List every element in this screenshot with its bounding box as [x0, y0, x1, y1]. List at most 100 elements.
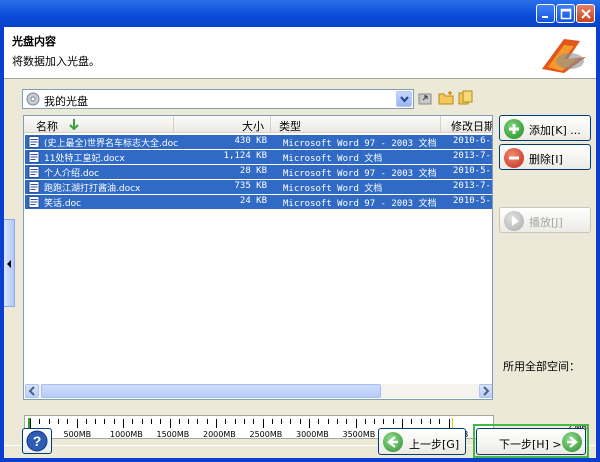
column-name[interactable]: 名称	[24, 116, 174, 133]
close-button[interactable]	[576, 4, 595, 23]
scroll-left-button[interactable]	[25, 384, 39, 398]
disc-contents-list[interactable]: 名称 大小 类型 修改日期 (史上最全)世界名车标志大全.doc 430 KB Mi…	[23, 115, 493, 400]
ruler-tick	[429, 419, 431, 424]
word-document-icon	[28, 196, 40, 208]
minimize-button[interactable]	[536, 4, 555, 23]
ruler-tick	[169, 419, 171, 428]
back-arrow-icon	[383, 432, 403, 452]
page-subtitle: 将数据加入光盘。	[12, 55, 100, 68]
ruler-tick	[271, 419, 273, 424]
next-button-label: 下一步[H] >	[499, 438, 562, 451]
file-size: 24 KB	[239, 196, 267, 206]
ruler-tick	[39, 419, 41, 424]
file-name: (史上最全)世界名车标志大全.doc	[44, 139, 179, 149]
ruler-tick	[243, 419, 245, 424]
ruler-tick	[309, 419, 310, 428]
list-item[interactable]: 11处特工皇妃.docx 1,124 KB Microsoft Word 文档 201…	[25, 150, 492, 164]
file-name: 个人介绍.doc	[44, 169, 100, 179]
list-item[interactable]: 跑跑江湖打打酱油.docx 735 KB Microsoft Word 文档 2013…	[25, 180, 492, 194]
file-modified: 2010-5-	[453, 166, 491, 176]
ruler-tick	[374, 419, 376, 424]
file-name: 跑跑江湖打打酱油.docx	[44, 184, 141, 194]
ruler-tick	[104, 419, 106, 424]
location-value: 我的光盘	[44, 95, 88, 108]
delete-icon	[504, 148, 524, 168]
ruler-tick	[336, 419, 338, 424]
file-name: 11处特工皇妃.docx	[44, 154, 125, 164]
list-item[interactable]: (史上最全)世界名车标志大全.doc 430 KB Microsoft Word 9…	[25, 135, 492, 149]
go-up-folder-icon[interactable]	[418, 90, 434, 106]
ruler-tick	[364, 419, 366, 424]
scroll-right-button[interactable]	[479, 384, 492, 398]
file-type: Microsoft Word 文档	[283, 184, 383, 194]
list-item[interactable]: 个人介绍.doc 28 KB Microsoft Word 97 - 2003 文档…	[25, 165, 492, 179]
ruler-tick	[383, 419, 385, 424]
title-bar[interactable]	[0, 0, 600, 27]
location-dropdown[interactable]: 我的光盘	[22, 89, 414, 109]
maximize-icon	[560, 8, 572, 20]
file-size: 1,124 KB	[223, 151, 267, 161]
ruler-tick	[57, 419, 59, 424]
ruler-label: 1000MB	[110, 430, 143, 439]
minimize-icon	[542, 16, 548, 18]
ruler-tick	[392, 419, 394, 424]
file-name: 笑话.doc	[44, 199, 82, 209]
svg-text:?: ?	[33, 433, 42, 449]
word-document-icon	[28, 136, 40, 148]
column-size[interactable]: 大小	[174, 116, 271, 133]
ruler-tick	[206, 419, 208, 424]
word-document-icon	[28, 166, 40, 178]
ruler-tick	[225, 419, 227, 424]
ruler-tick	[439, 419, 441, 424]
side-panel-toggle[interactable]	[4, 219, 15, 307]
ruler-tick	[67, 419, 69, 424]
chevron-right-icon	[483, 386, 490, 396]
ruler-label: 3500MB	[342, 430, 376, 439]
ruler-tick	[123, 419, 124, 428]
ruler-label: 3000MB	[296, 430, 329, 439]
ruler-tick	[355, 419, 357, 428]
file-modified: 2010-5-	[453, 196, 491, 206]
ruler-tick	[299, 419, 301, 424]
delete-button[interactable]: 删除[I]	[499, 144, 591, 170]
ruler-label: 2500MB	[249, 430, 283, 439]
ruler-tick	[420, 419, 422, 424]
ruler-tick	[160, 419, 162, 424]
maximize-button[interactable]	[556, 4, 575, 23]
file-type: Microsoft Word 97 - 2003 文档	[283, 139, 437, 149]
column-type[interactable]: 类型	[271, 116, 441, 133]
horizontal-scrollbar[interactable]	[25, 384, 492, 398]
play-button[interactable]: 播放[J]	[499, 207, 591, 233]
back-button-label: 上一步[G]	[409, 438, 460, 451]
new-folder-icon[interactable]	[438, 90, 454, 106]
wizard-client: 光盘内容 将数据加入光盘。 我的光盘 名称 大小 类型 修改日期 (史上最全)世…	[4, 27, 596, 458]
ruler-tick	[141, 419, 143, 424]
copy-files-icon[interactable]	[458, 90, 474, 106]
file-size: 430 KB	[234, 136, 267, 146]
scroll-thumb[interactable]	[41, 384, 381, 398]
ruler-tick	[30, 419, 31, 428]
ruler-tick	[346, 419, 348, 424]
add-icon	[504, 119, 524, 139]
back-button[interactable]: 上一步[G]	[378, 428, 466, 455]
ruler-tick	[132, 419, 134, 424]
play-button-label: 播放[J]	[529, 216, 563, 229]
add-button[interactable]: 添加[K] ...	[499, 115, 591, 141]
location-dropdown-arrow[interactable]	[396, 91, 412, 107]
play-icon	[504, 211, 524, 231]
list-item[interactable]: 笑话.doc 24 KB Microsoft Word 97 - 2003 文档 20…	[25, 195, 492, 209]
ruler-tick	[327, 419, 329, 424]
disc-icon	[26, 92, 40, 106]
delete-button-label: 删除[I]	[529, 153, 563, 166]
chevron-down-icon	[400, 96, 409, 103]
ruler-label: 500MB	[63, 430, 92, 439]
used-space-label: 所用全部空间：	[503, 360, 580, 373]
next-button[interactable]: 下一步[H] >	[476, 428, 586, 455]
column-modified[interactable]: 修改日期	[441, 116, 492, 133]
burning-disc-logo-icon	[542, 39, 586, 73]
wizard-header: 光盘内容 将数据加入光盘。	[4, 27, 596, 79]
ruler-tick	[76, 419, 78, 428]
file-type: Microsoft Word 97 - 2003 文档	[283, 199, 437, 209]
page-title: 光盘内容	[12, 35, 56, 48]
help-button[interactable]: ?	[22, 428, 52, 454]
